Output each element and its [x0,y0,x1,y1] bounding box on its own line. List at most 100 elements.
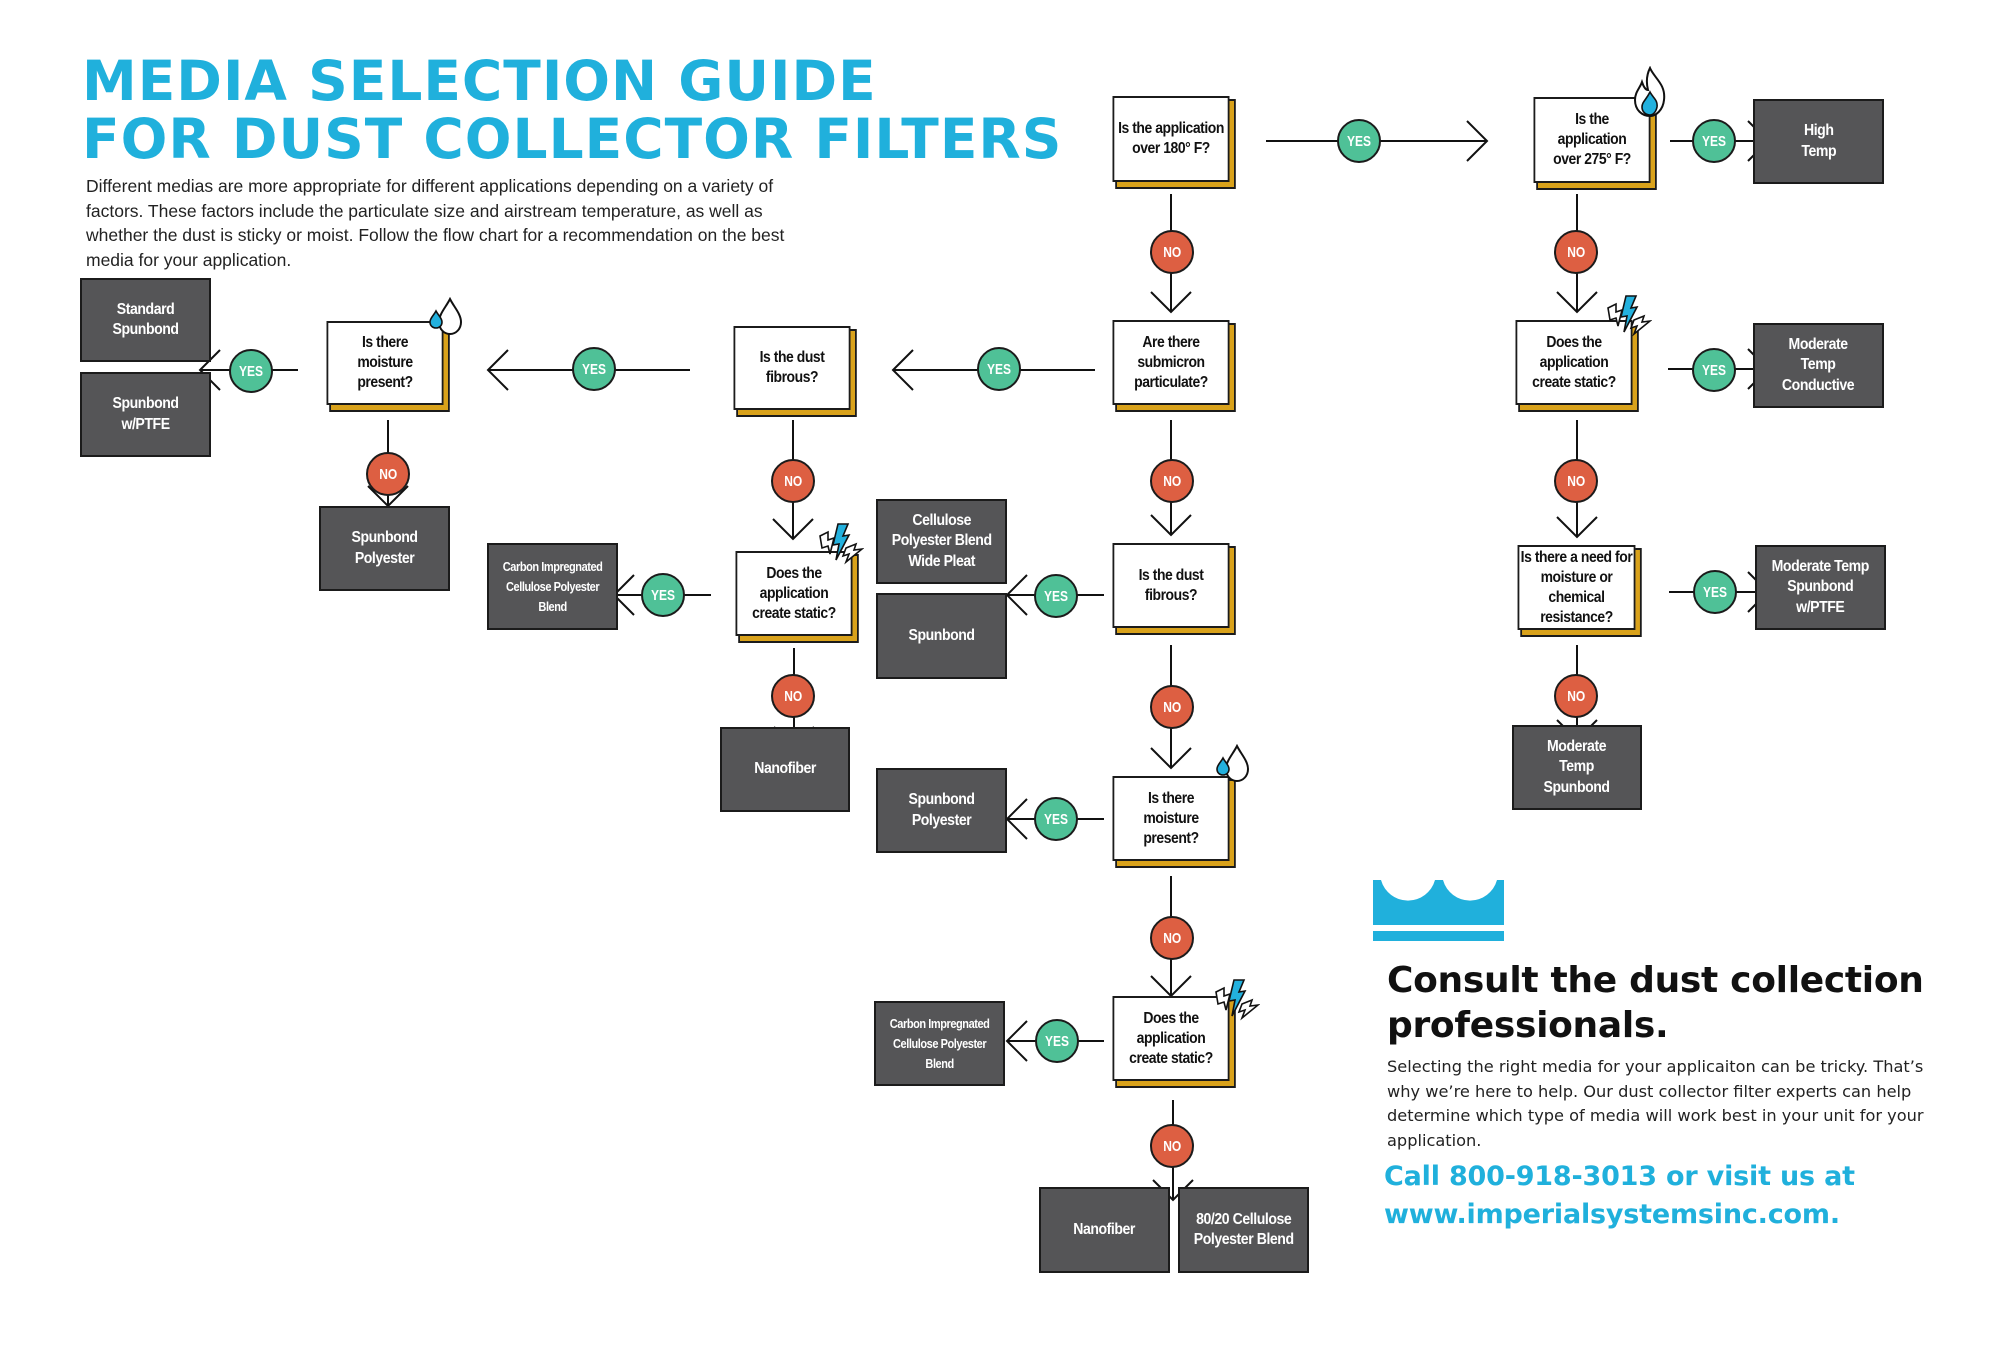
question-text: Is the dust fibrous? [759,349,825,386]
result-text: Spunbond [908,626,975,644]
result-text: Spunbond w/PTFE [112,395,179,433]
result-moderate-temp-spunbond: Moderate Temp Spunbond [1512,725,1642,810]
no-badge: NO [1150,685,1194,729]
no-badge: NO [1150,459,1194,503]
badge-label: YES [1044,1032,1069,1050]
badge-label: YES [650,586,675,604]
result-moderate-temp-spunbond-ptfe: Moderate Temp Spunbond w/PTFE [1755,545,1886,630]
question-submicron: Are there submicron particulate? [1112,320,1230,405]
badge-label: NO [1163,929,1181,947]
result-text: High Temp [1801,122,1836,160]
question-text: Is the dust fibrous? [1138,566,1204,604]
yes-badge: YES [1693,570,1737,614]
result-high-temp: High Temp [1753,99,1884,184]
result-text: Moderate Temp Conductive [1782,335,1855,394]
result-text: Moderate Temp Spunbond w/PTFE [1771,557,1870,616]
lightning-bolt-icon [819,523,864,565]
result-cellulose-wide-pleat: Cellulose Polyester Blend Wide Pleat [876,499,1007,584]
no-badge: NO [366,452,410,496]
result-text: Carbon Impregnated Cellulose Polyester B… [502,559,603,614]
crown-logo [1373,880,1504,941]
result-nanofiber-bottom: Nanofiber [1039,1187,1170,1273]
question-text: Is the application over 180° F? [1118,120,1224,157]
flame-icon [1633,66,1666,118]
no-badge: NO [1554,459,1598,503]
yes-badge: YES [641,573,685,617]
question-text: Is the application over 275° F? [1553,111,1631,168]
water-drop-icon [429,297,463,336]
question-text: Are there submicron particulate? [1134,333,1208,391]
question-text: Does the application create static? [1532,333,1616,391]
yes-badge: YES [1034,574,1078,618]
result-standard-spunbond: Standard Spunbond [80,278,211,362]
result-text: Carbon Impregnated Cellulose Polyester B… [889,1016,990,1071]
consult-body: Selecting the right media for your appli… [1387,1057,1924,1150]
no-badge: NO [1554,674,1598,718]
yes-badge: YES [1034,797,1078,841]
no-badge: NO [1150,230,1194,274]
result-text: Standard Spunbond [112,300,179,339]
badge-label: YES [986,360,1011,378]
result-text: Cellulose Polyester Blend Wide Pleat [891,511,992,570]
question-fibrous-mid: Is the dust fibrous? [1112,543,1230,628]
question-fibrous-top: Is the dust fibrous? [733,326,851,410]
yes-badge: YES [1337,119,1381,163]
no-badge: NO [771,674,815,718]
result-spunbond-polyester-mid: Spunbond Polyester [876,768,1007,853]
badge-label: NO [1163,472,1181,490]
lightning-bolt-icon [1215,979,1260,1021]
lightning-bolt-icon [1607,295,1652,337]
yes-badge: YES [1692,119,1736,163]
badge-label: NO [379,465,397,483]
badge-label: NO [1163,1137,1181,1155]
badge-label: NO [784,687,802,705]
result-text: Spunbond Polyester [908,791,975,829]
question-chem-resistance: Is there a need for moisture or chemical… [1517,545,1636,630]
result-carbon-impregnated-mid: Carbon Impregnated Cellulose Polyester B… [874,1001,1005,1086]
result-text: 80/20 Cellulose Polyester Blend [1193,1210,1294,1249]
contact-cta[interactable]: Call 800-918-3013 or visit us at www.imp… [1384,1158,1855,1234]
consult-heading: Consult the dust collection professional… [1387,960,1924,1046]
result-moderate-temp-conductive: Moderate Temp Conductive [1753,323,1884,408]
badge-label: NO [1567,243,1585,261]
badge-label: YES [581,360,606,378]
connector-lines [198,120,1770,1202]
result-carbon-impregnated-left: Carbon Impregnated Cellulose Polyester B… [487,543,618,630]
badge-label: NO [1567,687,1585,705]
question-over-180: Is the application over 180° F? [1112,96,1230,182]
badge-label: NO [1163,243,1181,261]
badge-label: YES [238,362,263,380]
badge-label: YES [1702,583,1727,601]
yes-badge: YES [572,347,616,391]
result-text: Moderate Temp Spunbond [1543,737,1611,796]
result-spunbond-ptfe: Spunbond w/PTFE [80,372,211,457]
question-text: Is there a need for moisture or chemical… [1520,548,1633,626]
no-badge: NO [771,459,815,503]
result-text: Nanofiber [1073,1220,1136,1238]
question-moisture-mid: Is there moisture present? [1112,776,1230,861]
badge-label: NO [784,472,802,490]
yes-badge: YES [977,347,1021,391]
question-text: Does the application create static? [1129,1009,1213,1067]
question-text: Is there moisture present? [1143,789,1199,847]
result-nanofiber-left: Nanofiber [720,727,850,812]
yes-badge: YES [1692,348,1736,392]
badge-label: YES [1043,587,1068,605]
badge-label: YES [1043,810,1068,828]
no-badge: NO [1150,916,1194,960]
question-text: Does the application create static? [752,564,836,622]
result-cellulose-8020: 80/20 Cellulose Polyester Blend [1178,1187,1309,1273]
result-text: Spunbond Polyester [351,529,418,567]
badge-label: NO [1163,698,1181,716]
question-text: Is there moisture present? [357,334,413,391]
result-spunbond-polyester-top: Spunbond Polyester [319,506,450,591]
yes-badge: YES [229,349,273,393]
no-badge: NO [1150,1124,1194,1168]
no-badge: NO [1554,230,1598,274]
badge-label: YES [1701,361,1726,379]
water-drop-icon [1216,744,1250,783]
badge-label: YES [1701,132,1726,150]
result-spunbond: Spunbond [876,593,1007,679]
badge-label: NO [1567,472,1585,490]
result-text: Nanofiber [754,760,816,778]
